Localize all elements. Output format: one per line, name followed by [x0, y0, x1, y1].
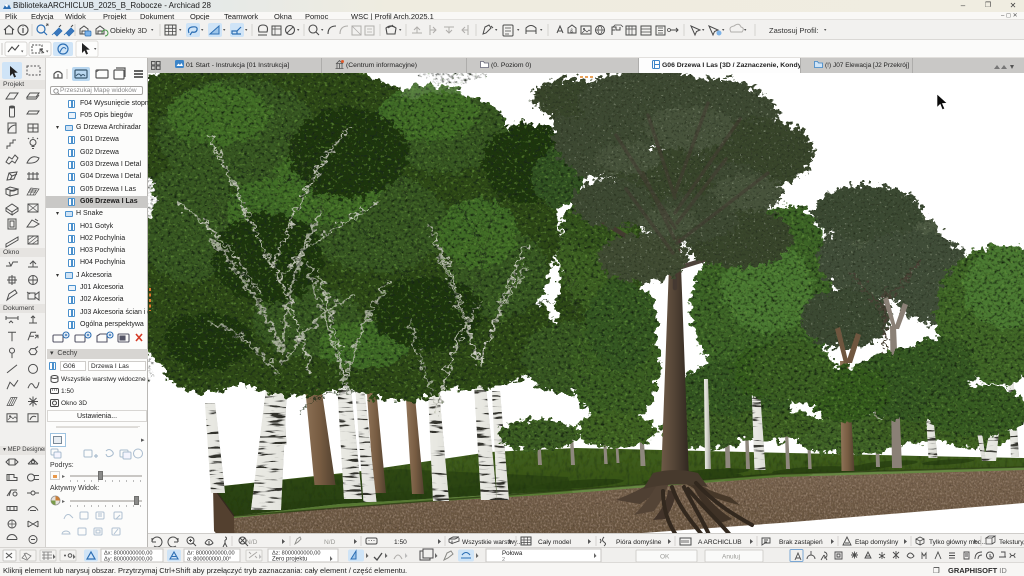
svg-text:Zastosuj Profil:: Zastosuj Profil: [769, 26, 819, 35]
svg-text:Brak zastąpień: Brak zastąpień [779, 539, 823, 546]
svg-text:Obiekty 3D: Obiekty 3D [110, 26, 148, 35]
svg-text:Anuluj: Anuluj [722, 554, 740, 561]
svg-text:Cały model: Cały model [538, 539, 572, 546]
svg-text:Tekstury, cienie, kr...: Tekstury, cienie, kr... [999, 539, 1024, 546]
svg-text:Pióra domyślne: Pióra domyślne [616, 539, 662, 546]
svg-text:OK: OK [660, 554, 670, 561]
svg-text:Wszystkie warstwy...: Wszystkie warstwy... [462, 539, 522, 546]
svg-text:Etap domyślny: Etap domyślny [855, 539, 899, 546]
svg-text:N/D: N/D [324, 539, 336, 546]
svg-text:A ARCHICLUB: A ARCHICLUB [698, 539, 742, 546]
svg-text:N/D: N/D [246, 539, 258, 546]
svg-text:Połowa: Połowa [502, 550, 523, 557]
svg-text:&: & [570, 29, 574, 35]
svg-text:Tylko główny mod...: Tylko główny mod... [929, 539, 987, 546]
svg-text:1:50: 1:50 [394, 539, 407, 546]
